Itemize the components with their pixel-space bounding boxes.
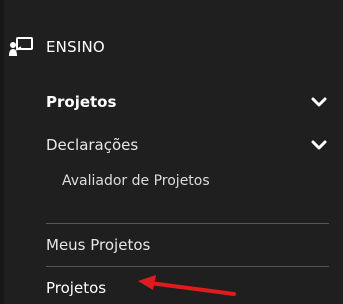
- divider: [46, 223, 329, 224]
- submenu-item-avaliador-de-projetos[interactable]: Avaliador de Projetos: [62, 173, 210, 189]
- menu-item-declaracoes[interactable]: Declarações: [46, 132, 327, 158]
- divider: [46, 266, 329, 267]
- menu-item-label: Projetos: [46, 279, 107, 297]
- section-header-ensino[interactable]: ENSINO: [8, 36, 105, 58]
- sidebar-edge: [0, 0, 4, 304]
- red-arrow-icon: [138, 275, 236, 296]
- menu-item-label: Declarações: [46, 136, 139, 154]
- sidebar-panel: ENSINO Projetos Declarações Avaliador de…: [0, 0, 343, 304]
- chevron-down-icon[interactable]: [311, 137, 327, 153]
- menu-item-projetos[interactable]: Projetos: [46, 89, 327, 115]
- chevron-down-icon[interactable]: [311, 94, 327, 110]
- menu-item-label: Projetos: [46, 93, 117, 111]
- menu-item-meus-projetos[interactable]: Meus Projetos: [46, 232, 327, 258]
- presentation-board-icon: [8, 37, 34, 57]
- menu-item-label: Meus Projetos: [46, 236, 151, 254]
- section-label: ENSINO: [46, 38, 105, 56]
